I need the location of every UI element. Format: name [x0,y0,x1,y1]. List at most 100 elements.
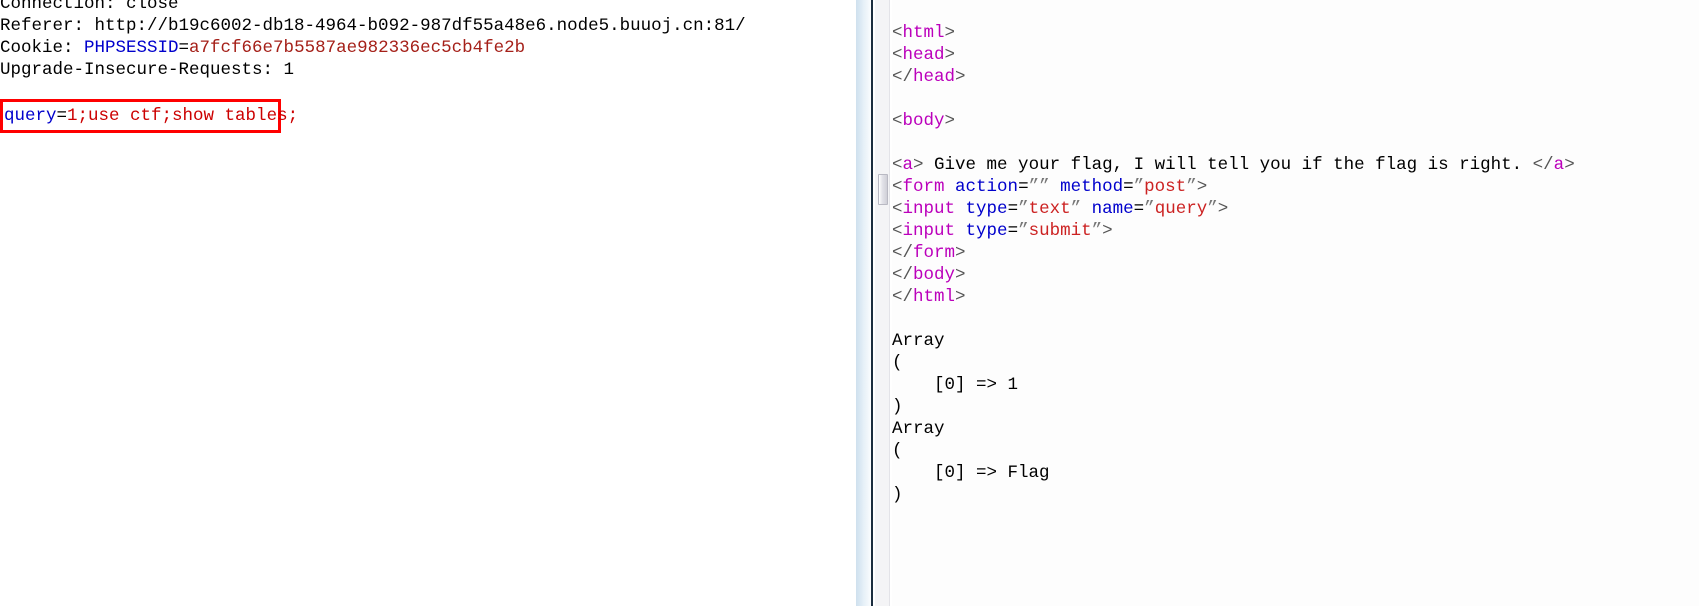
angle-bracket-close: > [1217,199,1229,219]
attribute-name: action [955,177,1019,197]
plain-text: ) [892,397,903,417]
request-header-list: Connection: close Referer: http://b19c60… [0,0,856,81]
angle-bracket-close: > [944,111,956,131]
response-tag-line: </head> [892,66,1699,88]
vertical-scrollbar[interactable] [874,0,890,606]
angle-bracket-close: > [955,265,966,285]
angle-bracket-open: < [892,23,903,43]
angle-bracket-close: > [1564,155,1575,175]
attribute-name: method [1060,177,1124,197]
quote-close: ” [1207,199,1218,219]
response-body-lines: <html> <head> </head> <body> <a> Give me y… [892,0,1699,506]
quote-open: ” [1144,199,1155,219]
tag-name: input [902,221,956,241]
tag-name: head [902,45,945,65]
attribute-equals: = [1007,221,1019,241]
angle-bracket-close: > [944,45,956,65]
anchor-text: Give me your flag, I will tell you if th… [923,155,1533,175]
angle-bracket-close: > [913,155,924,175]
response-blank-line [892,88,1699,110]
tag-name: html [902,23,945,43]
angle-bracket-open: </ [1532,155,1554,175]
post-param-name: query [4,106,57,126]
attribute-name: type [965,221,1008,241]
angle-bracket-open: </ [892,67,914,87]
quote-open: ” [1018,221,1029,241]
response-plain-line: ( [892,440,1699,462]
response-plain-line: Array [892,418,1699,440]
attribute-equals: = [1018,177,1029,197]
response-tag-line: </form> [892,242,1699,264]
request-header-connection: Connection: close [0,0,179,14]
request-header-cookie: Cookie: PHPSESSID=a7fcf66e7b5587ae982336… [0,37,856,59]
attribute-value: post [1144,177,1187,197]
response-blank-line [892,132,1699,154]
response-tag-line: </body> [892,264,1699,286]
tag-name: body [913,265,956,285]
referer-value: http://b19c6002-db18-4964-b092-987df55a4… [94,16,746,36]
response-plain-line: ( [892,352,1699,374]
post-param-equals: = [56,106,68,126]
plain-text: [0] => 1 [892,375,1019,395]
cookie-label: Cookie: [0,38,85,58]
response-plain-line: [0] => 1 [892,374,1699,396]
response-blank-line [892,308,1699,330]
pane-splitter[interactable] [856,0,872,606]
quote-open: ” [1133,177,1145,197]
response-anchor-line: <a> Give me your flag, I will tell you i… [892,154,1699,176]
plain-text: ) [892,485,903,505]
angle-bracket-open: </ [892,243,914,263]
http-request-pane[interactable]: Connection: close Referer: http://b19c60… [0,0,856,606]
tag-name: form [913,243,956,263]
angle-bracket-close: > [944,23,956,43]
response-plain-line: ) [892,484,1699,506]
response-plain-line: ) [892,396,1699,418]
response-blank-line [892,0,1699,22]
tag-name: html [913,287,956,307]
angle-bracket-open: </ [892,287,914,307]
attribute-value: submit [1028,221,1092,241]
response-tag-line: <html> [892,22,1699,44]
request-header-referer: Referer: http://b19c6002-db18-4964-b092-… [0,15,856,37]
angle-bracket-open: < [892,155,903,175]
cookie-key: PHPSESSID [84,38,179,58]
cookie-equals: = [178,38,190,58]
request-header-upgrade-insecure-requests: Upgrade-Insecure-Requests: 1 [0,60,295,80]
angle-bracket-close: > [955,287,966,307]
attribute-value: query [1154,199,1208,219]
tag-name: body [902,111,945,131]
quote-open: ” [1018,199,1029,219]
post-param-value: 1;use ctf;show tables; [67,106,299,126]
attribute-equals: = [1133,199,1145,219]
response-plain-line: [0] => Flag [892,462,1699,484]
attribute-value: text [1028,199,1071,219]
tag-name: input [902,199,956,219]
plain-text: [0] => Flag [892,463,1050,483]
quote-close: ” [1091,221,1103,241]
angle-bracket-open: < [892,199,903,219]
angle-bracket-close: > [955,67,966,87]
http-response-pane[interactable]: <html> <head> </head> <body> <a> Give me y… [892,0,1699,606]
plain-text: ( [892,353,903,373]
tag-name: form [902,177,945,197]
angle-bracket-open: < [892,45,903,65]
response-element-line: <form action=”” method=”post”> [892,176,1699,198]
cookie-value: a7fcf66e7b5587ae982336ec5cb4fe2b [189,38,526,58]
plain-text: ( [892,441,903,461]
quote-close: ” [1070,199,1082,219]
response-tag-line: <body> [892,110,1699,132]
tag-name: a [902,155,914,175]
attribute-equals: = [1123,177,1134,197]
attribute-name: type [965,199,1008,219]
response-plain-line: Array [892,330,1699,352]
post-body-highlight-box[interactable]: query=1;use ctf;show tables; [0,99,298,133]
attribute-name: name [1091,199,1134,219]
scrollbar-thumb[interactable] [878,174,888,205]
quote-close: ” [1186,177,1197,197]
angle-bracket-close: > [955,243,966,263]
